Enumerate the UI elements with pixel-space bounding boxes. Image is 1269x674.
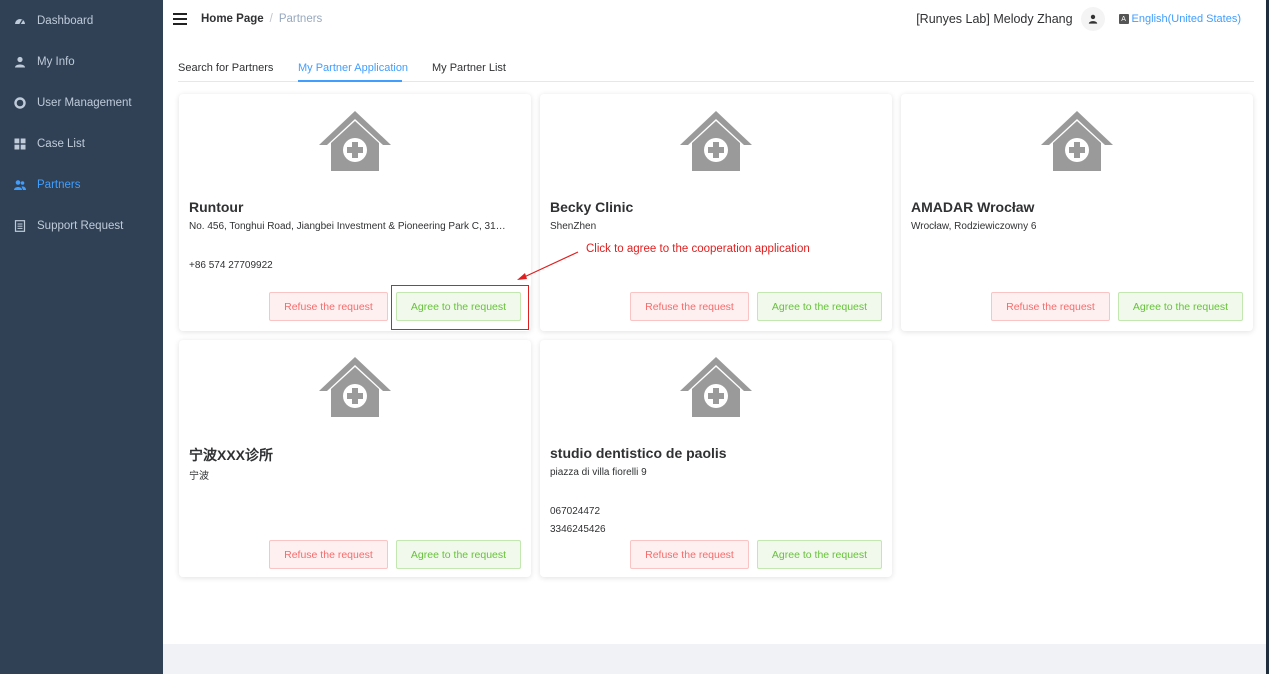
user-icon xyxy=(1088,14,1097,24)
annotation-text: Click to agree to the cooperation applic… xyxy=(586,243,810,255)
refuse-request-button[interactable]: Refuse the request xyxy=(630,292,749,321)
tab-my-partner-list[interactable]: My Partner List xyxy=(432,62,506,74)
agree-request-button[interactable]: Agree to the request xyxy=(757,540,882,569)
clinic-house-icon xyxy=(680,357,752,417)
partner-phone: 3346245426 xyxy=(550,524,606,535)
partner-phones: 067024472 3346245426 xyxy=(550,503,606,539)
partner-phone: +86 574 27709922 xyxy=(189,260,273,271)
partner-address: ShenZhen xyxy=(550,221,597,232)
clinic-house-icon xyxy=(319,111,391,171)
partner-name: Becky Clinic xyxy=(550,199,634,215)
lifebuoy-icon xyxy=(14,96,26,109)
tab-search-for-partners[interactable]: Search for Partners xyxy=(178,62,273,74)
partner-address: piazza di villa fiorelli 9 xyxy=(550,467,647,478)
partner-name: Runtour xyxy=(189,199,244,215)
translate-icon: A xyxy=(1118,14,1129,24)
refuse-request-button[interactable]: Refuse the request xyxy=(630,540,749,569)
sidebar: Dashboard My Info User Management Case L… xyxy=(0,0,163,674)
agree-request-button[interactable]: Agree to the request xyxy=(757,292,882,321)
active-tab-indicator xyxy=(298,80,402,82)
annotation-highlight-box xyxy=(391,285,529,330)
partners-icon xyxy=(14,179,26,191)
language-label: English(United States) xyxy=(1131,13,1241,25)
dashboard-icon xyxy=(14,15,26,27)
clinic-house-icon xyxy=(319,357,391,417)
partner-address: No. 456, Tonghui Road, Jiangbei Investme… xyxy=(189,221,506,232)
document-icon xyxy=(14,219,26,232)
clinic-house-icon xyxy=(680,111,752,171)
avatar[interactable] xyxy=(1080,7,1105,31)
partner-name: AMADAR Wrocław xyxy=(911,199,1035,215)
hamburger-menu-icon[interactable] xyxy=(173,13,187,25)
partner-phone: 067024472 xyxy=(550,506,601,517)
sidebar-item-label: User Management xyxy=(37,96,132,109)
refuse-request-button[interactable]: Refuse the request xyxy=(991,292,1110,321)
sidebar-item-label: Case List xyxy=(37,137,85,150)
clinic-house-icon xyxy=(1041,111,1113,171)
sidebar-item-label: Partners xyxy=(37,178,81,191)
breadcrumb-current: Partners xyxy=(278,13,323,25)
top-navbar: Home Page / Partners [Runyes Lab] Melody… xyxy=(163,0,1269,38)
sidebar-item-support-request[interactable]: Support Request xyxy=(0,205,163,246)
agree-request-button[interactable]: Agree to the request xyxy=(396,540,521,569)
breadcrumb-home[interactable]: Home Page xyxy=(201,13,264,25)
sidebar-item-label: Support Request xyxy=(37,219,124,232)
sidebar-item-user-management[interactable]: User Management xyxy=(0,82,163,123)
header-right: [Runyes Lab] Melody Zhang A English(Unit… xyxy=(916,0,1269,38)
sidebar-item-my-info[interactable]: My Info xyxy=(0,41,163,82)
partner-name: 宁波XXX诊所 xyxy=(189,447,274,463)
partner-card: AMADAR Wrocław Wrocław, Rodziewiczowny 6… xyxy=(901,94,1253,331)
breadcrumb-separator: / xyxy=(269,13,273,25)
grid-icon xyxy=(14,138,26,150)
partner-address: 宁波 xyxy=(189,471,209,482)
partner-card: Becky Clinic ShenZhen Refuse the request… xyxy=(540,94,892,331)
breadcrumb: Home Page / Partners xyxy=(201,13,322,25)
refuse-request-button[interactable]: Refuse the request xyxy=(269,292,388,321)
sidebar-item-partners[interactable]: Partners xyxy=(0,164,163,205)
user-icon xyxy=(14,56,26,68)
partner-address: Wrocław, Rodziewiczowny 6 xyxy=(911,221,1037,232)
sidebar-item-label: Dashboard xyxy=(37,14,94,27)
partner-card: 宁波XXX诊所 宁波 Refuse the request Agree to t… xyxy=(179,340,531,577)
partner-phones: +86 574 27709922 xyxy=(189,257,273,275)
sidebar-item-case-list[interactable]: Case List xyxy=(0,123,163,164)
username: [Runyes Lab] Melody Zhang xyxy=(916,12,1073,26)
refuse-request-button[interactable]: Refuse the request xyxy=(269,540,388,569)
language-switcher[interactable]: A English(United States) xyxy=(1118,13,1241,25)
partner-card: studio dentistico de paolis piazza di vi… xyxy=(540,340,892,577)
sidebar-item-label: My Info xyxy=(37,55,75,68)
agree-request-button[interactable]: Agree to the request xyxy=(1118,292,1243,321)
partner-name: studio dentistico de paolis xyxy=(550,445,727,461)
tab-my-partner-application[interactable]: My Partner Application xyxy=(298,62,408,74)
sidebar-item-dashboard[interactable]: Dashboard xyxy=(0,0,163,41)
footer-band xyxy=(163,644,1269,674)
tab-bar: Search for Partners My Partner Applicati… xyxy=(178,38,1254,82)
